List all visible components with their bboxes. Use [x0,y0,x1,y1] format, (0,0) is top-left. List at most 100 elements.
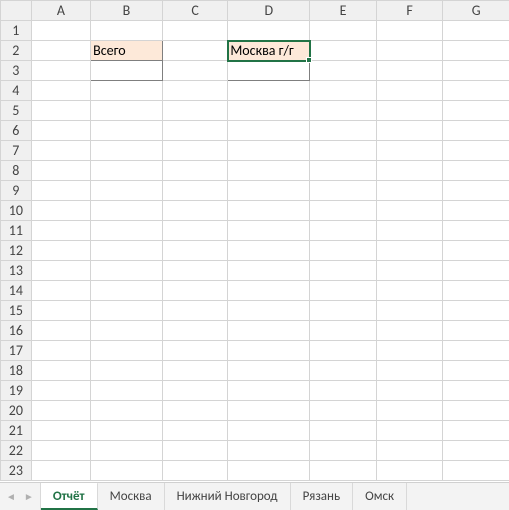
cell[interactable] [443,301,509,321]
cell[interactable] [443,201,509,221]
cell[interactable] [228,321,310,341]
cell[interactable] [310,401,377,421]
cell-D2[interactable]: Москва г/г [228,41,310,61]
cell[interactable] [310,361,377,381]
cell[interactable] [162,321,228,341]
cell[interactable] [162,101,228,121]
cell[interactable] [310,321,377,341]
cell[interactable] [91,321,163,341]
cell[interactable] [310,441,377,461]
cell[interactable] [376,221,443,241]
cell[interactable] [228,81,310,101]
cell[interactable] [376,181,443,201]
cell[interactable] [91,161,163,181]
cell[interactable] [443,381,509,401]
cell[interactable] [91,181,163,201]
cell[interactable] [162,221,228,241]
sheet-tab-report[interactable]: Отчёт [41,483,98,510]
cell[interactable] [310,341,377,361]
cell[interactable] [228,361,310,381]
cell[interactable] [162,181,228,201]
cell[interactable] [443,281,509,301]
cell-E3[interactable] [310,61,377,81]
cell[interactable] [310,421,377,441]
cell[interactable] [228,21,310,41]
cell[interactable] [91,301,163,321]
cell[interactable] [228,281,310,301]
cell[interactable] [310,101,377,121]
cell[interactable] [31,21,90,41]
row-header[interactable]: 3 [1,61,32,81]
cell[interactable] [376,161,443,181]
row-header[interactable]: 18 [1,361,32,381]
cell[interactable] [443,321,509,341]
cell[interactable] [91,281,163,301]
cell[interactable] [376,381,443,401]
cell[interactable] [31,301,90,321]
cell[interactable] [443,121,509,141]
cell[interactable] [91,21,163,41]
cell[interactable] [162,201,228,221]
cell[interactable] [228,341,310,361]
cell[interactable] [310,241,377,261]
cell[interactable] [443,421,509,441]
cell[interactable] [376,461,443,481]
cell-E2[interactable] [310,41,377,61]
cell[interactable] [376,141,443,161]
cell[interactable] [228,181,310,201]
sheet-tab-omsk[interactable]: Омск [353,483,407,510]
cell[interactable] [31,121,90,141]
cell[interactable] [31,401,90,421]
row-header[interactable]: 6 [1,121,32,141]
tab-prev-icon[interactable]: ◄ [6,492,16,502]
row-header[interactable]: 1 [1,21,32,41]
cell[interactable] [376,321,443,341]
cell[interactable] [310,381,377,401]
cell[interactable] [310,301,377,321]
cell[interactable] [91,441,163,461]
cell[interactable] [376,81,443,101]
row-header[interactable]: 20 [1,401,32,421]
cell[interactable] [162,141,228,161]
cell[interactable] [228,261,310,281]
cell[interactable] [31,261,90,281]
row-header[interactable]: 2 [1,41,32,61]
row-header[interactable]: 21 [1,421,32,441]
sheet-tab-ryazan[interactable]: Рязань [291,483,354,510]
tab-next-icon[interactable]: ► [24,492,34,502]
cell[interactable] [31,201,90,221]
cell[interactable] [228,381,310,401]
cell[interactable] [162,281,228,301]
cell[interactable] [228,101,310,121]
cell[interactable] [443,341,509,361]
cell[interactable] [228,201,310,221]
cell[interactable] [443,461,509,481]
cell[interactable] [228,161,310,181]
cell-B3[interactable] [91,61,163,81]
col-header-A[interactable]: A [31,1,90,21]
cell[interactable] [91,241,163,261]
col-header-D[interactable]: D [228,1,310,21]
cell[interactable] [443,101,509,121]
row-header[interactable]: 11 [1,221,32,241]
row-header[interactable]: 22 [1,441,32,461]
row-header[interactable]: 17 [1,341,32,361]
cell[interactable] [443,241,509,261]
row-header[interactable]: 7 [1,141,32,161]
sheet-tab-moscow[interactable]: Москва [98,483,165,510]
cell[interactable] [310,221,377,241]
cell[interactable] [91,341,163,361]
cell[interactable] [162,81,228,101]
cell[interactable] [443,221,509,241]
cell[interactable] [310,181,377,201]
cell[interactable] [162,441,228,461]
cell[interactable] [91,381,163,401]
cell[interactable] [228,301,310,321]
cell[interactable] [228,401,310,421]
cell-C3[interactable] [162,61,228,81]
cell[interactable] [443,161,509,181]
cell[interactable] [91,81,163,101]
cell[interactable] [91,401,163,421]
cell-D3[interactable] [228,61,310,81]
cell[interactable] [376,341,443,361]
